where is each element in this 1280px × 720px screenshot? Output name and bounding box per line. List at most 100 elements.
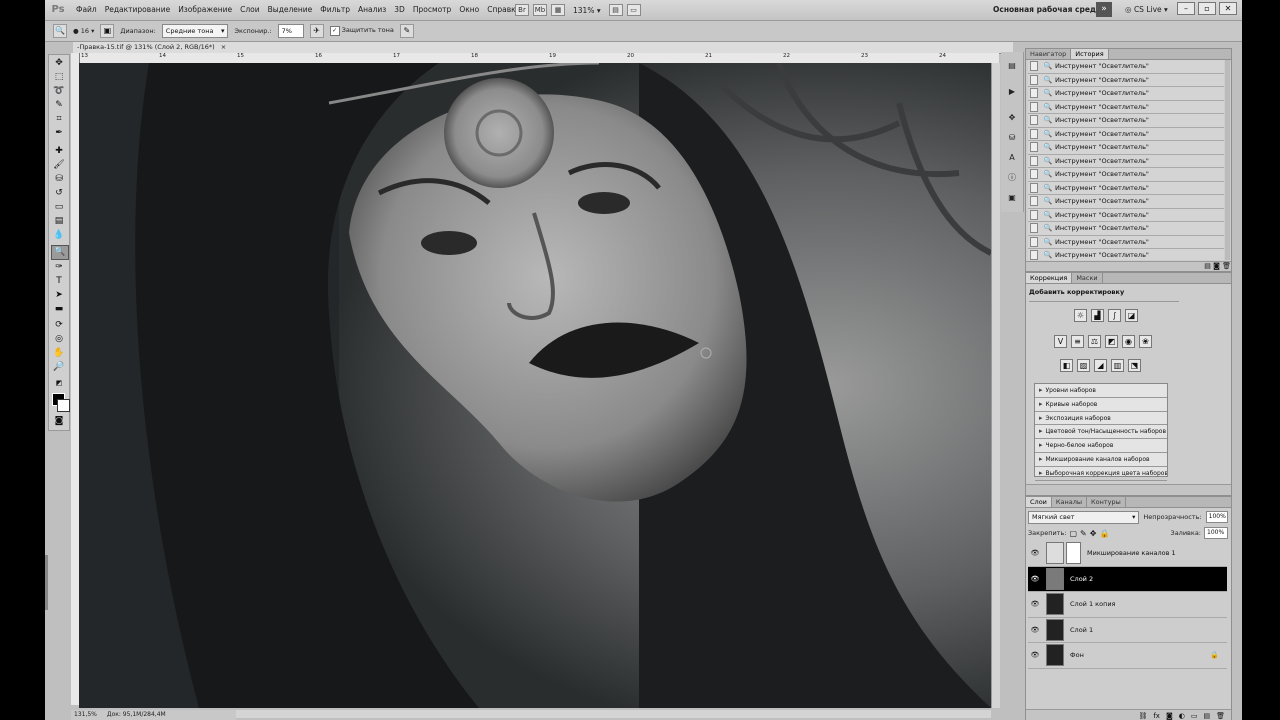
pen-tool-icon[interactable]: ✑ xyxy=(51,261,67,274)
range-select[interactable]: Средние тона xyxy=(161,24,229,38)
history-snapshot-checkbox[interactable] xyxy=(1030,74,1038,85)
history-state[interactable]: 🔍 Инструмент "Осветлитель" xyxy=(1028,249,1224,260)
vertical-scrollbar[interactable] xyxy=(991,63,1000,708)
eraser-tool-icon[interactable]: ▭ xyxy=(51,201,67,214)
zoom-tool-icon[interactable]: 🔎 xyxy=(51,361,67,374)
layer-thumbnail[interactable] xyxy=(1046,542,1064,565)
threshold-icon[interactable]: ◢ xyxy=(1094,359,1107,372)
document-size-status[interactable]: Док: 95,1M/284,4M xyxy=(107,710,166,720)
tab-adjustments[interactable]: Коррекция xyxy=(1026,273,1073,283)
minibridge-icon[interactable]: Mb xyxy=(533,4,547,16)
history-state[interactable]: 🔍 Инструмент "Осветлитель" xyxy=(1028,168,1224,182)
photo-filter-icon[interactable]: ◉ xyxy=(1122,335,1135,348)
layer-row[interactable]: 👁 Микширование каналов 1 xyxy=(1028,541,1227,567)
screen-mode-icon[interactable]: ▭ xyxy=(626,4,641,16)
layer-thumbnail[interactable] xyxy=(1046,593,1064,616)
history-state[interactable]: 🔍 Инструмент "Осветлитель" xyxy=(1028,195,1224,209)
history-state[interactable]: 🔍 Инструмент "Осветлитель" xyxy=(1028,100,1224,114)
horizontal-scrollbar[interactable] xyxy=(233,710,991,718)
posterize-icon[interactable]: ▨ xyxy=(1077,359,1090,372)
layer-row[interactable]: 👁 Фон 🔒 xyxy=(1028,643,1227,669)
shape-tool-icon[interactable]: ▬ xyxy=(51,303,67,316)
panel-drag-handle[interactable] xyxy=(45,555,48,610)
layer-thumbnail[interactable] xyxy=(1046,618,1064,641)
menu-analysis[interactable]: Анализ xyxy=(354,0,390,20)
hue-saturation-icon[interactable]: ≡ xyxy=(1071,335,1084,348)
layer-thumbnail[interactable] xyxy=(1046,567,1064,590)
add-mask-icon[interactable]: ◙ xyxy=(1166,710,1173,720)
hand-tool-icon[interactable]: ✋ xyxy=(51,347,67,360)
curves-icon[interactable]: ∫ xyxy=(1108,309,1121,322)
clone-source-icon[interactable]: ⛁ xyxy=(1005,132,1019,144)
maximize-icon[interactable]: ▫ xyxy=(1198,2,1216,15)
history-snapshot-checkbox[interactable] xyxy=(1030,142,1038,153)
view-extras-icon[interactable]: ▦ xyxy=(551,4,565,16)
layer-visibility-icon[interactable]: 👁 xyxy=(1030,575,1040,583)
history-state[interactable]: 🔍 Инструмент "Осветлитель" xyxy=(1028,141,1224,155)
levels-icon[interactable]: ▟ xyxy=(1091,309,1104,322)
history-state[interactable]: 🔍 Инструмент "Осветлитель" xyxy=(1028,127,1224,141)
default-colors-icon[interactable]: ◩ xyxy=(51,377,67,390)
tab-paths[interactable]: Контуры xyxy=(1087,497,1126,507)
gradient-tool-icon[interactable]: ▤ xyxy=(51,215,67,228)
history-state[interactable]: 🔍 Инструмент "Осветлитель" xyxy=(1028,87,1224,101)
delete-state-icon[interactable]: 🗑 xyxy=(1222,262,1231,270)
layer-row[interactable]: 👁 Слой 1 xyxy=(1028,618,1227,643)
menu-image[interactable]: Изображение xyxy=(174,0,236,20)
tab-channels[interactable]: Каналы xyxy=(1052,497,1088,507)
history-snapshot-checkbox[interactable] xyxy=(1030,196,1038,207)
history-snapshot-checkbox[interactable] xyxy=(1030,115,1038,126)
layer-row[interactable]: 👁 Слой 1 копия xyxy=(1028,592,1227,618)
adjustment-preset-item[interactable]: Черно-белое наборов xyxy=(1035,439,1167,453)
move-tool-icon[interactable]: ✥ xyxy=(51,57,67,70)
new-layer-icon[interactable]: ▤ xyxy=(1203,710,1210,720)
menu-view[interactable]: Просмотр xyxy=(409,0,456,20)
menu-layer[interactable]: Слои xyxy=(236,0,264,20)
history-scrollbar[interactable] xyxy=(1225,60,1230,260)
workspace-more-icon[interactable]: » xyxy=(1096,2,1112,17)
tab-layers[interactable]: Слои xyxy=(1026,497,1052,507)
layer-name[interactable]: Слой 1 xyxy=(1070,626,1093,634)
layer-visibility-icon[interactable]: 👁 xyxy=(1030,626,1040,634)
color-balance-icon[interactable]: ⚖ xyxy=(1088,335,1101,348)
character-panel-icon[interactable]: A xyxy=(1005,152,1019,164)
protect-tones-option[interactable]: ✓ Защитить тона xyxy=(329,26,394,36)
document-canvas[interactable] xyxy=(79,63,991,708)
layer-name[interactable]: Фон xyxy=(1070,651,1084,659)
arrange-docs-icon[interactable]: ▤ xyxy=(608,4,623,16)
fill-input[interactable]: 100% xyxy=(1204,527,1228,539)
gradient-map-icon[interactable]: ▥ xyxy=(1111,359,1124,372)
layer-visibility-icon[interactable]: 👁 xyxy=(1030,600,1040,608)
zoom-level-select[interactable]: 131% ▾ xyxy=(569,6,605,15)
layer-row[interactable]: 👁 Слой 2 xyxy=(1028,566,1227,592)
brushes-panel-icon[interactable]: ▣ xyxy=(1005,192,1019,204)
lock-image-icon[interactable]: ✎ xyxy=(1080,529,1087,538)
lock-transparent-icon[interactable]: ▢ xyxy=(1069,529,1077,538)
history-snapshot-checkbox[interactable] xyxy=(1030,169,1038,180)
lock-all-icon[interactable]: 🔒 xyxy=(1099,529,1109,538)
history-state[interactable]: 🔍 Инструмент "Осветлитель" xyxy=(1028,181,1224,195)
history-snapshot-checkbox[interactable] xyxy=(1030,236,1038,247)
airbrush-icon[interactable]: ✈ xyxy=(309,24,324,38)
menu-edit[interactable]: Редактирование xyxy=(101,0,174,20)
new-adjustment-layer-icon[interactable]: ◐ xyxy=(1179,710,1185,720)
history-snapshot-checkbox[interactable] xyxy=(1030,88,1038,99)
blur-tool-icon[interactable]: 💧 xyxy=(51,229,67,242)
layer-visibility-icon[interactable]: 👁 xyxy=(1030,549,1040,557)
link-layers-icon[interactable]: ⛓ xyxy=(1138,710,1147,720)
clone-stamp-tool-icon[interactable]: ⛁ xyxy=(51,173,67,186)
actions-panel-icon[interactable]: ▶ xyxy=(1005,86,1019,98)
pressure-size-icon[interactable]: ✎ xyxy=(399,24,414,38)
zoom-status[interactable]: 131,5% xyxy=(74,710,97,720)
vibrance-icon[interactable]: V xyxy=(1054,335,1067,348)
healing-brush-tool-icon[interactable]: ✚ xyxy=(51,145,67,158)
new-group-icon[interactable]: ▭ xyxy=(1191,710,1198,720)
black-white-icon[interactable]: ◩ xyxy=(1105,335,1118,348)
tab-navigator[interactable]: Навигатор xyxy=(1026,49,1072,59)
menu-window[interactable]: Окно xyxy=(455,0,483,20)
close-document-icon[interactable]: × xyxy=(215,43,226,51)
history-snapshot-checkbox[interactable] xyxy=(1030,101,1038,112)
invert-icon[interactable]: ◧ xyxy=(1060,359,1073,372)
minimize-icon[interactable]: – xyxy=(1177,2,1195,15)
3d-orbit-tool-icon[interactable]: ◎ xyxy=(51,333,67,346)
